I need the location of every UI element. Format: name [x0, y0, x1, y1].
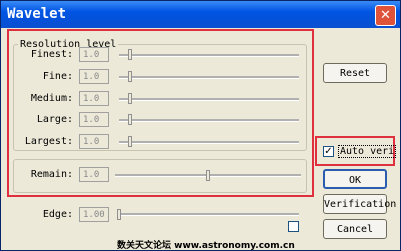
resolution-slider-track[interactable]	[119, 119, 299, 122]
resolution-slider-thumb[interactable]	[128, 114, 132, 125]
edge-checkbox[interactable]	[288, 221, 299, 232]
resolution-row-field[interactable]: 1.0	[79, 47, 109, 62]
resolution-row: Largest: 1.0	[13, 134, 307, 152]
window-title: Wavelet	[7, 6, 67, 22]
resolution-slider-track[interactable]	[119, 76, 299, 79]
cancel-button[interactable]: Cancel	[323, 219, 387, 239]
edge-field[interactable]: 1.00	[79, 207, 109, 222]
resolution-row: Large: 1.0	[13, 112, 307, 130]
remain-row: Remain: 1.0	[13, 167, 307, 185]
resolution-slider-thumb[interactable]	[128, 136, 132, 147]
resolution-row-label: Fine:	[42, 71, 73, 82]
close-button[interactable]: ✕	[375, 5, 396, 26]
resolution-slider-track[interactable]	[119, 141, 299, 144]
resolution-slider-track[interactable]	[119, 98, 299, 101]
resolution-row: Finest: 1.0	[13, 47, 307, 65]
edge-label: Edge:	[42, 209, 73, 220]
remain-field[interactable]: 1.0	[79, 167, 109, 182]
resolution-row-label: Largest:	[24, 136, 73, 147]
resolution-row: Medium: 1.0	[13, 91, 307, 109]
resolution-row: Fine: 1.0	[13, 69, 307, 87]
resolution-slider-thumb[interactable]	[128, 71, 132, 82]
check-icon: ✓	[324, 146, 333, 157]
remain-slider-thumb[interactable]	[206, 170, 210, 181]
resolution-row-field[interactable]: 1.0	[79, 134, 109, 149]
watermark-text: 数关天文论坛 www.astronomy.com.cn	[117, 241, 295, 251]
resolution-slider-thumb[interactable]	[128, 93, 132, 104]
resolution-row-label: Medium:	[30, 93, 73, 104]
edge-slider-thumb[interactable]	[117, 209, 121, 220]
reset-button[interactable]: Reset	[323, 63, 387, 83]
resolution-slider-thumb[interactable]	[128, 49, 132, 60]
resolution-row-label: Large:	[36, 114, 73, 125]
resolution-slider-track[interactable]	[119, 54, 299, 57]
title-bar[interactable]: Wavelet ✕	[1, 1, 400, 28]
auto-verify-checkbox[interactable]: ✓	[323, 146, 334, 157]
resolution-row-field[interactable]: 1.0	[79, 112, 109, 127]
resolution-row-label: Finest:	[30, 49, 73, 60]
auto-verify-label[interactable]: Auto veri	[338, 145, 397, 158]
wavelet-dialog: Wavelet ✕ Resolution level Finest: 1.0 Fin…	[0, 0, 401, 251]
remain-label: Remain:	[30, 169, 73, 180]
ok-button[interactable]: OK	[323, 169, 387, 189]
close-icon: ✕	[380, 8, 391, 23]
verification-button[interactable]: Verification	[323, 194, 396, 214]
edge-row: Edge: 1.00	[13, 207, 307, 225]
resolution-row-field[interactable]: 1.0	[79, 69, 109, 84]
resolution-row-field[interactable]: 1.0	[79, 91, 109, 106]
edge-slider-track[interactable]	[117, 213, 299, 216]
